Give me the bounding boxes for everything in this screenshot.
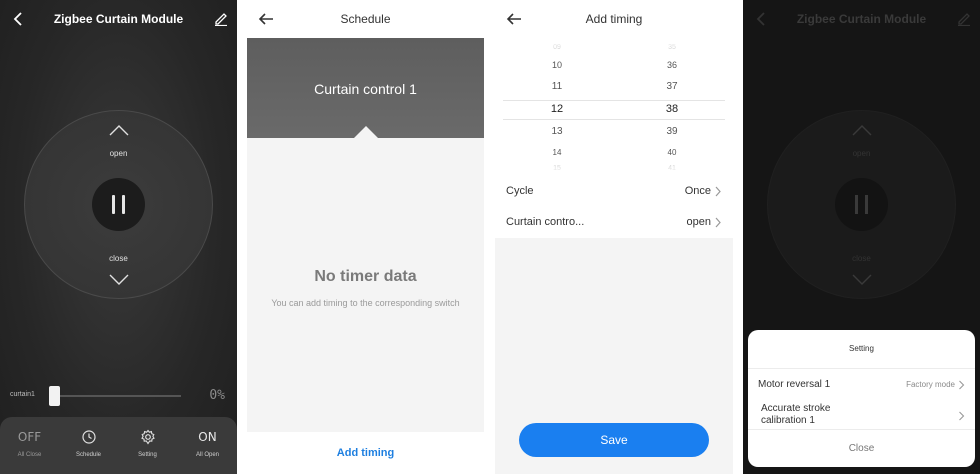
clock-icon bbox=[81, 430, 96, 444]
cycle-row[interactable]: Cycle Once bbox=[495, 176, 733, 207]
bottom-bar: Add timing bbox=[247, 432, 484, 474]
top-bar: Zigbee Curtain Module bbox=[743, 0, 980, 40]
all-close-caption: All Close bbox=[17, 452, 42, 458]
add-timing-link[interactable]: Add timing bbox=[247, 447, 484, 459]
page-title: Zigbee Curtain Module bbox=[53, 12, 184, 26]
page-title: Zigbee Curtain Module bbox=[796, 12, 927, 26]
cycle-value: Once bbox=[684, 185, 711, 197]
chevron-right-icon bbox=[715, 186, 721, 197]
curtain-control-label: Curtain contro... bbox=[506, 216, 585, 228]
minute-option[interactable]: 41 bbox=[642, 165, 702, 172]
minute-option[interactable]: 40 bbox=[642, 148, 702, 157]
empty-state-title: No timer data bbox=[314, 268, 417, 285]
hour-option[interactable]: 15 bbox=[527, 165, 587, 172]
top-bar: Schedule bbox=[247, 0, 484, 38]
setting-caption: Setting bbox=[138, 452, 157, 458]
curtain-slider-row: curtain1 0% bbox=[0, 385, 237, 407]
hour-option[interactable]: 09 bbox=[527, 44, 587, 51]
schedule-button[interactable]: Schedule bbox=[59, 427, 118, 458]
curtain-control-row[interactable]: Curtain contro... open bbox=[495, 207, 733, 238]
setting-sheet: Setting Motor reversal 1 Factory mode Ac… bbox=[748, 330, 975, 467]
hour-option[interactable]: 13 bbox=[527, 126, 587, 137]
stroke-calibration-row[interactable]: Accurate stroke calibration 1 bbox=[748, 400, 975, 430]
gear-icon bbox=[140, 429, 155, 445]
bottom-action-bar: OFF All Close Schedule Setting ON All Op… bbox=[0, 417, 237, 474]
time-picker[interactable]: 09 10 11 12 13 14 15 35 36 37 38 39 40 4… bbox=[495, 38, 733, 176]
minute-option[interactable]: 37 bbox=[642, 81, 702, 92]
motor-reversal-label: Motor reversal 1 bbox=[758, 379, 831, 390]
chevron-right-icon bbox=[715, 217, 721, 228]
chevron-up-icon[interactable] bbox=[108, 123, 130, 137]
pause-button bbox=[835, 178, 888, 231]
hero-title: Curtain control 1 bbox=[314, 81, 417, 97]
curtain-control-value: open bbox=[686, 216, 711, 228]
setting-sheet-screen: Zigbee Curtain Module open close Setting… bbox=[743, 0, 980, 474]
off-label: OFF bbox=[17, 430, 42, 444]
chevron-down-icon bbox=[852, 274, 872, 285]
sheet-title: Setting bbox=[849, 344, 874, 353]
all-open-button[interactable]: ON All Open bbox=[178, 427, 237, 458]
hour-selected[interactable]: 12 bbox=[527, 103, 587, 115]
all-open-caption: All Open bbox=[195, 452, 219, 458]
close-button[interactable]: Close bbox=[748, 429, 975, 467]
motor-reversal-row[interactable]: Motor reversal 1 Factory mode bbox=[748, 368, 975, 400]
chevron-right-icon bbox=[959, 411, 965, 421]
minute-selected[interactable]: 38 bbox=[642, 103, 702, 115]
hour-option[interactable]: 11 bbox=[527, 81, 587, 92]
page-title: Add timing bbox=[585, 12, 643, 26]
hour-option[interactable]: 10 bbox=[527, 60, 587, 70]
close-label: close bbox=[852, 254, 871, 263]
slider-thumb[interactable] bbox=[49, 386, 60, 406]
edit-icon bbox=[958, 13, 970, 26]
stroke-calibration-label: Accurate stroke calibration 1 bbox=[761, 403, 831, 426]
page-title: Schedule bbox=[340, 12, 391, 26]
all-close-button[interactable]: OFF All Close bbox=[0, 427, 59, 458]
slider-label: curtain1 bbox=[10, 391, 35, 398]
on-label: ON bbox=[198, 430, 217, 444]
picker-divider bbox=[503, 119, 725, 120]
minute-option[interactable]: 35 bbox=[642, 44, 702, 51]
minute-option[interactable]: 39 bbox=[642, 126, 702, 137]
top-bar: Add timing bbox=[495, 0, 733, 38]
close-label[interactable]: close bbox=[0, 254, 237, 263]
hero-notch bbox=[354, 126, 378, 138]
picker-divider bbox=[503, 100, 725, 101]
cycle-label: Cycle bbox=[506, 185, 534, 197]
edit-icon[interactable] bbox=[213, 10, 229, 26]
motor-reversal-value: Factory mode bbox=[906, 380, 955, 389]
curtain-control-screen: Zigbee Curtain Module open close curtain… bbox=[0, 0, 237, 474]
hour-option[interactable]: 14 bbox=[527, 148, 587, 157]
minute-option[interactable]: 36 bbox=[642, 60, 702, 70]
add-timing-screen: Add timing 09 10 11 12 13 14 15 35 36 37… bbox=[495, 0, 733, 474]
schedule-caption: Schedule bbox=[75, 452, 102, 458]
chevron-up-icon bbox=[852, 125, 872, 136]
open-label: open bbox=[852, 149, 871, 158]
top-bar: Zigbee Curtain Module bbox=[0, 0, 237, 40]
setting-button[interactable]: Setting bbox=[118, 427, 177, 458]
slider-value: 0% bbox=[209, 388, 225, 403]
open-label[interactable]: open bbox=[0, 149, 237, 158]
save-button[interactable]: Save bbox=[519, 423, 709, 457]
schedule-screen: Schedule Curtain control 1 No timer data… bbox=[247, 0, 484, 474]
chevron-right-icon bbox=[959, 380, 965, 390]
pause-button[interactable] bbox=[92, 178, 145, 231]
empty-state-subtitle: You can add timing to the corresponding … bbox=[271, 298, 460, 308]
chevron-down-icon[interactable] bbox=[108, 273, 130, 287]
slider-track[interactable] bbox=[50, 395, 181, 397]
schedule-hero: Curtain control 1 bbox=[247, 38, 484, 138]
